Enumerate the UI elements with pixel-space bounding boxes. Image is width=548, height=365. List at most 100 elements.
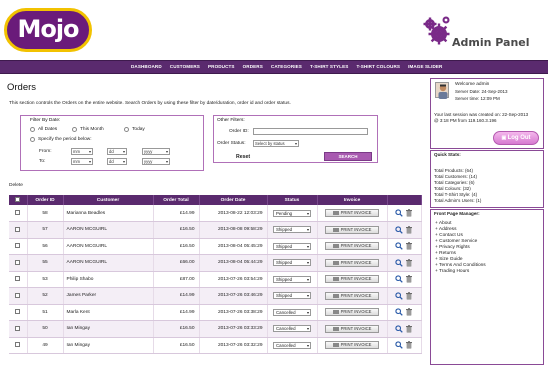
- view-icon[interactable]: [395, 308, 403, 317]
- delete-icon[interactable]: [405, 242, 413, 250]
- page-intro: This section controls the Orders on the …: [9, 101, 291, 106]
- row-checkbox[interactable]: [15, 276, 21, 282]
- delete-icon[interactable]: [405, 291, 413, 300]
- nav-customers[interactable]: CUSTOMERS: [170, 64, 200, 69]
- row-checkbox[interactable]: [15, 342, 21, 348]
- nav-tshirt-styles[interactable]: T-SHIRT STYLES: [310, 64, 348, 69]
- row-checkbox[interactable]: [15, 292, 21, 298]
- delete-icon[interactable]: [405, 225, 413, 234]
- print-invoice-button[interactable]: PRINT INVOICE: [325, 324, 379, 333]
- col-order-total[interactable]: Order Total: [153, 195, 200, 205]
- view-icon[interactable]: [395, 209, 403, 217]
- radio-today[interactable]: [124, 127, 129, 132]
- col-customer[interactable]: Customer: [63, 195, 154, 205]
- row-checkbox[interactable]: [15, 309, 21, 315]
- status-select[interactable]: Shipped ▾: [273, 242, 311, 250]
- view-icon[interactable]: [395, 341, 403, 350]
- search-button[interactable]: SEARCH: [324, 152, 372, 161]
- row-checkbox[interactable]: [15, 243, 21, 249]
- print-invoice-button[interactable]: PRINT INVOICE: [325, 225, 379, 234]
- col-order-date[interactable]: Order Date: [199, 195, 268, 205]
- delete-link[interactable]: Delete: [9, 183, 23, 188]
- to-year-select[interactable]: yyyy ▾: [142, 158, 170, 165]
- nav-orders[interactable]: ORDERS: [243, 64, 263, 69]
- order-status-select[interactable]: Select by status ▾: [253, 140, 299, 147]
- from-day-select[interactable]: dd ▾: [107, 148, 127, 155]
- nav-dashboard[interactable]: DASHBOARD: [131, 64, 162, 69]
- to-day-select[interactable]: dd ▾: [107, 158, 127, 165]
- row-checkbox[interactable]: [15, 325, 21, 331]
- row-select-cell: [9, 254, 28, 272]
- print-invoice-button[interactable]: PRINT INVOICE: [325, 275, 379, 284]
- radio-this-month[interactable]: [72, 127, 77, 132]
- status-select[interactable]: Shipped ▾: [273, 259, 311, 267]
- table-row: 51 Marla Kent £14.99 2013-07-26 03:38:29 Can…: [9, 304, 422, 321]
- print-invoice-button[interactable]: PRINT INVOICE: [325, 258, 379, 267]
- to-month-select[interactable]: mm ▾: [71, 158, 93, 165]
- fpm-link-customer-service[interactable]: + Customer Service: [435, 239, 477, 244]
- nav-tshirt-colours[interactable]: T-SHIRT COLOURS: [356, 64, 400, 69]
- last-session-line-1: Your last session was created on: 22-Sep…: [434, 112, 529, 117]
- status-select[interactable]: Shipped ▾: [273, 292, 311, 300]
- print-invoice-button[interactable]: PRINT INVOICE: [325, 242, 379, 251]
- status-select[interactable]: Cancelled ▾: [273, 325, 311, 333]
- print-invoice-button[interactable]: PRINT INVOICE: [325, 341, 379, 350]
- status-select[interactable]: Pending ▾: [273, 209, 311, 217]
- order-id-input[interactable]: [253, 128, 368, 135]
- chevron-down-icon: ▾: [122, 149, 125, 154]
- status-select[interactable]: Cancelled ▾: [273, 308, 311, 316]
- status-select[interactable]: Cancelled ▾: [273, 341, 311, 349]
- row-checkbox[interactable]: [15, 226, 21, 232]
- delete-icon[interactable]: [405, 324, 413, 333]
- select-all-checkbox[interactable]: [15, 197, 21, 203]
- delete-icon[interactable]: [405, 341, 413, 349]
- row-checkbox[interactable]: [15, 259, 21, 265]
- delete-icon[interactable]: [405, 275, 413, 283]
- print-invoice-button[interactable]: PRINT INVOICE: [325, 308, 379, 317]
- table-row: 58 Marianna Beadles £14.99 2013-08-22 12:03…: [9, 205, 422, 222]
- fpm-link-returns[interactable]: + Returns: [435, 251, 456, 256]
- view-icon[interactable]: [395, 275, 403, 284]
- fpm-link-address[interactable]: + Address: [435, 227, 456, 232]
- actions-cell: [387, 221, 422, 239]
- print-invoice-button[interactable]: PRINT INVOICE: [325, 209, 379, 217]
- filter-date-title: Filter By Date:: [30, 118, 61, 123]
- nav-image-slider[interactable]: IMAGE SLIDER: [408, 64, 442, 69]
- col-status[interactable]: Status: [267, 195, 318, 205]
- from-month-select[interactable]: mm ▾: [71, 148, 93, 155]
- view-icon[interactable]: [395, 292, 403, 300]
- print-invoice-button[interactable]: PRINT INVOICE: [325, 291, 379, 300]
- radio-all-dates[interactable]: [30, 127, 35, 132]
- quick-stats-title: Quick Stats:: [434, 152, 461, 157]
- reset-button[interactable]: Reset: [236, 154, 250, 160]
- status-select[interactable]: Shipped ▾: [273, 275, 311, 283]
- delete-icon[interactable]: [405, 209, 413, 217]
- order-total-cell: £16.50: [153, 337, 200, 354]
- status-cell: Shipped ▾: [267, 254, 318, 272]
- status-select[interactable]: Shipped ▾: [273, 226, 311, 234]
- nav-categories[interactable]: CATEGORIES: [271, 64, 302, 69]
- delete-icon[interactable]: [405, 258, 413, 267]
- fpm-link-terms[interactable]: + Terms And Conditions: [435, 263, 486, 268]
- logout-button[interactable]: ▣ Log Out: [493, 131, 539, 145]
- nav-products[interactable]: PRODUCTS: [208, 64, 235, 69]
- fpm-link-trading-hours[interactable]: + Trading Hours: [435, 269, 469, 274]
- view-icon[interactable]: [395, 259, 403, 267]
- customer-cell: AARON MCGUIRL: [63, 221, 154, 239]
- table-row: 57 AARON MCGUIRL £16.50 2013-08-08 09:58:29…: [9, 221, 422, 239]
- order-total-cell: £87.00: [153, 271, 200, 288]
- fpm-link-privacy-rights[interactable]: + Privacy Rights: [435, 245, 470, 250]
- view-icon[interactable]: [395, 325, 403, 333]
- delete-icon[interactable]: [405, 308, 413, 316]
- col-order-id[interactable]: Order ID: [27, 195, 64, 205]
- mojo-logo[interactable]: Mojo: [4, 8, 92, 52]
- fpm-link-about[interactable]: + About: [435, 221, 451, 226]
- view-icon[interactable]: [395, 242, 403, 251]
- stat-total-colours: Total Colours: (32): [434, 186, 471, 191]
- from-year-select[interactable]: yyyy ▾: [142, 148, 170, 155]
- view-icon[interactable]: [395, 226, 403, 234]
- fpm-link-size-guide[interactable]: + Size Guide: [435, 257, 463, 262]
- row-checkbox[interactable]: [15, 210, 21, 216]
- fpm-link-contact-us[interactable]: + Contact Us: [435, 233, 463, 238]
- radio-specify-period[interactable]: [30, 137, 35, 142]
